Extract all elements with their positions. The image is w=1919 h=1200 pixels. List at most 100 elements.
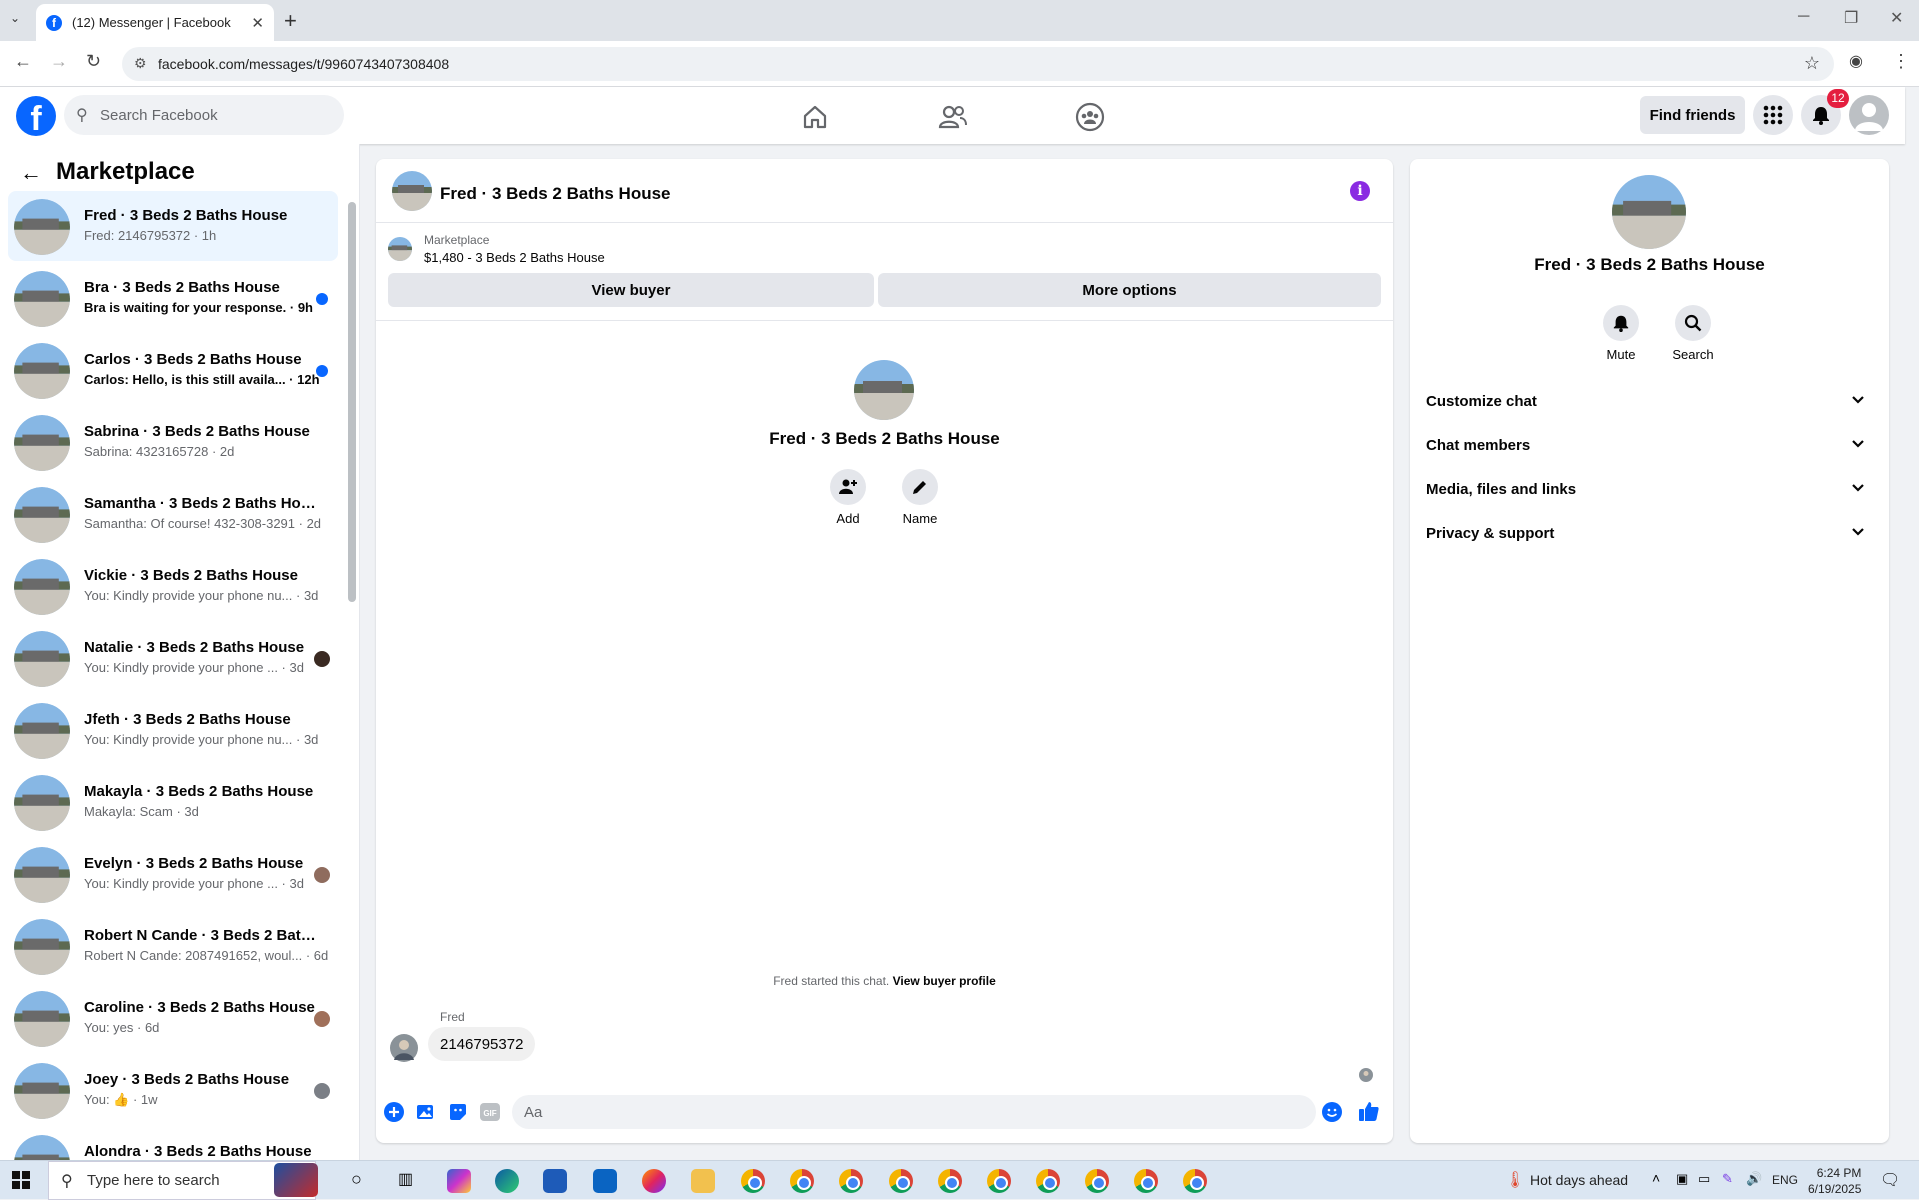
conversation-item[interactable]: Carlos · 3 Beds 2 Baths House Carlos: Hel… (8, 335, 338, 405)
conversation-item[interactable]: Evelyn · 3 Beds 2 Baths House You: Kindly… (8, 839, 338, 909)
network-icon[interactable]: ▭ (1698, 1171, 1710, 1187)
conversation-item[interactable]: Jfeth · 3 Beds 2 Baths House You: Kindly … (8, 695, 338, 765)
thumbs-up-icon[interactable] (1358, 1100, 1380, 1122)
account-avatar[interactable] (1849, 95, 1889, 135)
forward-icon[interactable]: → (50, 51, 68, 72)
back-icon[interactable]: ← (14, 51, 32, 72)
message-bubble[interactable]: 2146795372 (428, 1027, 536, 1061)
chat-profile-avatar[interactable] (854, 360, 914, 420)
chrome-icon[interactable] (889, 1169, 913, 1193)
conversation-item[interactable]: Caroline · 3 Beds 2 Baths House You: yes … (8, 983, 338, 1053)
file-explorer-icon[interactable] (691, 1169, 715, 1193)
find-friends-button[interactable]: Find friends (1640, 96, 1745, 134)
message-input[interactable]: Aa (512, 1095, 1316, 1129)
listing-title[interactable]: $1,480 - 3 Beds 2 Baths House (424, 250, 605, 265)
conversation-item[interactable]: Bra · 3 Beds 2 Baths House Bra is waiting… (8, 263, 338, 333)
copilot-icon[interactable] (447, 1169, 471, 1193)
tab-title: (12) Messenger | Facebook (72, 15, 231, 30)
firefox-icon[interactable] (642, 1169, 666, 1193)
details-avatar[interactable] (1612, 175, 1686, 249)
language-indicator[interactable]: ENG (1772, 1173, 1798, 1187)
privacy-support-section[interactable]: Privacy & support (1426, 513, 1873, 553)
new-tab-button[interactable]: + (284, 8, 297, 34)
conversation-item[interactable]: Alondra · 3 Beds 2 Baths House (8, 1127, 338, 1160)
outlook-icon[interactable] (593, 1169, 617, 1193)
search-highlight-icon[interactable] (274, 1163, 318, 1197)
conversation-item[interactable]: Fred · 3 Beds 2 Baths House Fred: 2146795… (8, 191, 338, 261)
browser-tab[interactable]: f (12) Messenger | Facebook ✕ (36, 4, 274, 41)
listing-thumbnail[interactable] (388, 237, 412, 261)
customize-chat-section[interactable]: Customize chat (1426, 381, 1873, 421)
conversation-item[interactable]: Joey · 3 Beds 2 Baths House You: 👍 · 1w (8, 1055, 338, 1125)
info-icon[interactable]: i (1350, 181, 1370, 201)
chevron-down-icon (1852, 528, 1864, 536)
sender-avatar[interactable] (390, 1034, 418, 1062)
chat-members-section[interactable]: Chat members (1426, 425, 1873, 465)
cortana-icon[interactable]: ○ (351, 1169, 362, 1190)
media-files-section[interactable]: Media, files and links (1426, 469, 1873, 509)
add-people-action[interactable]: Add (818, 469, 878, 526)
chrome-icon[interactable] (1036, 1169, 1060, 1193)
chrome-icon[interactable] (1085, 1169, 1109, 1193)
close-window-icon[interactable]: ✕ (1890, 8, 1903, 28)
browser-menu-icon[interactable]: ⋮ (1892, 51, 1910, 72)
sidebar-scrollbar[interactable] (348, 202, 356, 602)
conversation-item[interactable]: Vickie · 3 Beds 2 Baths House You: Kindly… (8, 551, 338, 621)
conversation-item[interactable]: Samantha · 3 Beds 2 Baths House Samantha:… (8, 479, 338, 549)
mute-action[interactable]: Mute (1586, 305, 1656, 362)
store-icon[interactable] (543, 1169, 567, 1193)
chat-profile-name: Fred · 3 Beds 2 Baths House (769, 429, 1000, 448)
reload-icon[interactable]: ↻ (86, 51, 101, 72)
conversation-item[interactable]: Robert N Cande · 3 Beds 2 Baths... Robert… (8, 911, 338, 981)
minimize-icon[interactable]: ─ (1798, 8, 1809, 26)
photo-icon[interactable] (416, 1102, 436, 1122)
more-options-button[interactable]: More options (878, 273, 1381, 307)
chrome-icon[interactable] (987, 1169, 1011, 1193)
task-view-icon[interactable]: ▥ (398, 1169, 413, 1189)
url-input[interactable]: ⚙ facebook.com/messages/t/99607434073084… (122, 47, 1834, 81)
conversation-avatar (14, 415, 70, 471)
close-tab-icon[interactable]: ✕ (251, 14, 264, 32)
conversation-item[interactable]: Makayla · 3 Beds 2 Baths House Makayla: S… (8, 767, 338, 837)
chrome-icon[interactable] (741, 1169, 765, 1193)
view-buyer-button[interactable]: View buyer (388, 273, 874, 307)
pen-icon[interactable]: ✎ (1722, 1171, 1733, 1187)
weather-text[interactable]: Hot days ahead (1530, 1172, 1628, 1188)
nav-friends[interactable] (897, 97, 1009, 137)
nav-home[interactable] (759, 97, 871, 137)
weather-thermometer-icon[interactable]: 🌡 (1505, 1170, 1525, 1190)
site-info-icon[interactable]: ⚙ (134, 55, 147, 72)
back-arrow-icon[interactable]: ← (20, 160, 42, 186)
edge-icon[interactable] (495, 1169, 519, 1193)
search-action[interactable]: Search (1658, 305, 1728, 362)
conversation-item[interactable]: Sabrina · 3 Beds 2 Baths House Sabrina: 4… (8, 407, 338, 477)
nav-groups[interactable] (1034, 97, 1146, 137)
view-buyer-profile-link[interactable]: View buyer profile (893, 974, 996, 988)
facebook-search-input[interactable]: ⚲ Search Facebook (64, 95, 344, 135)
tray-app-icon[interactable]: ▣ (1676, 1171, 1688, 1187)
chrome-icon[interactable] (938, 1169, 962, 1193)
emoji-icon[interactable] (1322, 1102, 1342, 1122)
chrome-icon[interactable] (839, 1169, 863, 1193)
conversation-name: Jfeth · 3 Beds 2 Baths House (84, 711, 291, 728)
tab-list-chevron-icon[interactable]: ⌄ (10, 11, 20, 25)
chrome-icon[interactable] (1183, 1169, 1207, 1193)
windows-start-icon[interactable] (12, 1171, 30, 1189)
restore-icon[interactable]: ❐ (1844, 8, 1858, 28)
profile-icon[interactable]: ◉ (1849, 51, 1863, 71)
bookmark-star-icon[interactable]: ☆ (1804, 53, 1820, 74)
plus-circle-icon[interactable] (384, 1102, 404, 1122)
gif-icon[interactable]: GIF (480, 1102, 500, 1122)
chrome-icon[interactable] (790, 1169, 814, 1193)
clock[interactable]: 6:24 PM 6/19/2025 (1808, 1165, 1861, 1197)
name-action[interactable]: Name (890, 469, 950, 526)
facebook-logo-icon[interactable]: f (16, 96, 56, 136)
sticker-icon[interactable] (448, 1102, 468, 1122)
notification-center-icon[interactable]: 🗨 (1880, 1170, 1900, 1190)
tray-chevron-up-icon[interactable]: ˄ (1652, 1170, 1660, 1186)
conversation-item[interactable]: Natalie · 3 Beds 2 Baths House You: Kindl… (8, 623, 338, 693)
chat-header-avatar[interactable] (392, 171, 432, 211)
menu-grid-button[interactable] (1753, 95, 1793, 135)
volume-icon[interactable]: 🔊 (1746, 1171, 1762, 1187)
chrome-icon[interactable] (1134, 1169, 1158, 1193)
